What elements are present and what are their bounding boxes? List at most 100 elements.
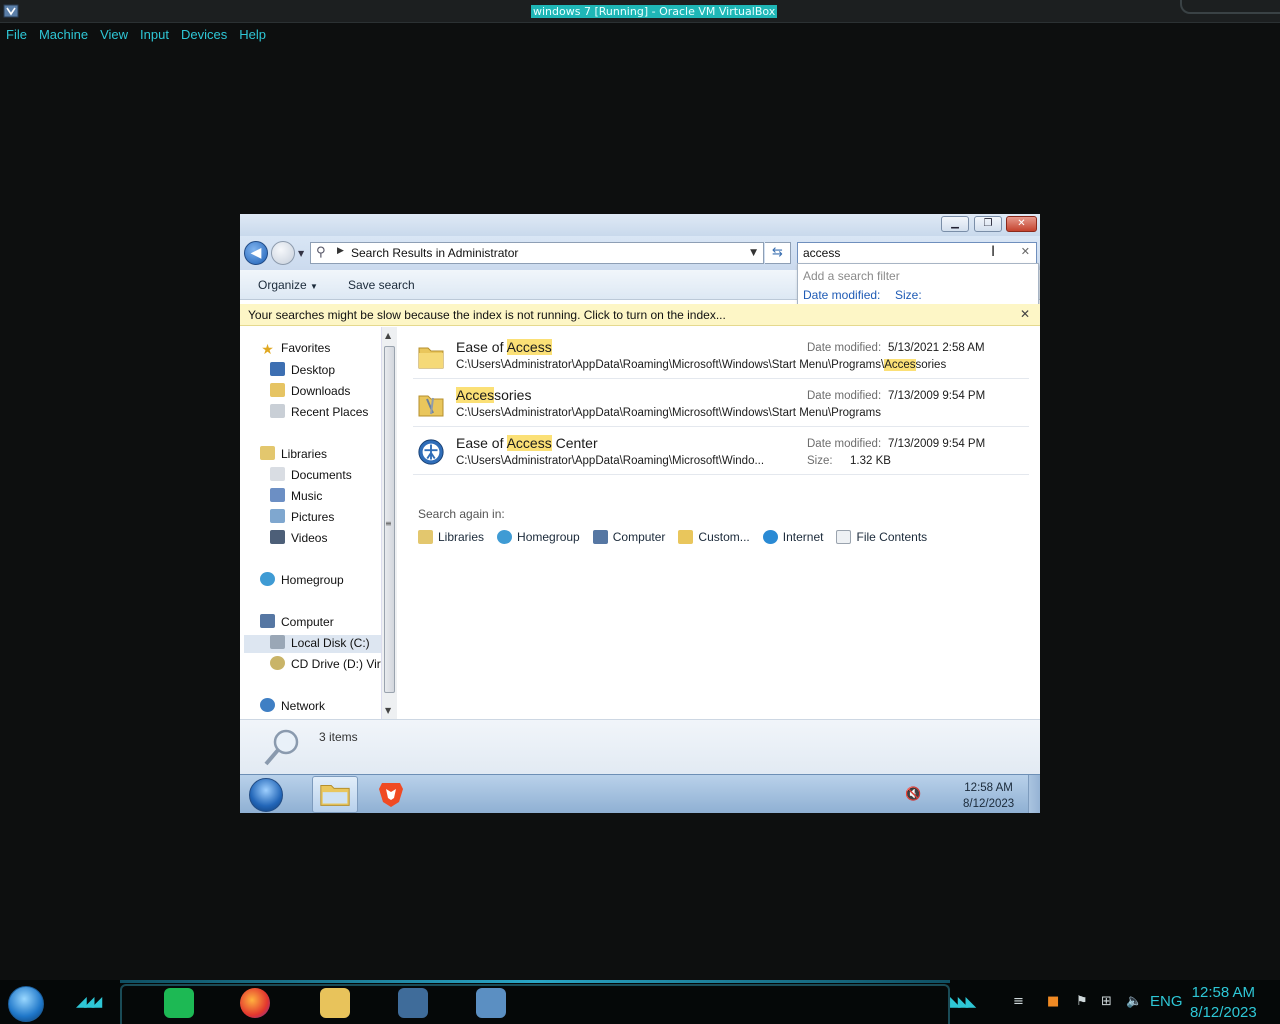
- search-again-libraries[interactable]: Libraries: [418, 530, 484, 544]
- nav-libraries[interactable]: Libraries: [260, 446, 327, 464]
- tray-overflow-icon[interactable]: ≡: [1013, 994, 1024, 1009]
- nav-pane-scrollbar[interactable]: ▲ ≡ ▼: [381, 327, 397, 719]
- vm-clock[interactable]: 12:58 AM 8/12/2023: [963, 780, 1014, 812]
- file-contents-icon: [836, 530, 852, 544]
- search-again-homegroup[interactable]: Homegroup: [497, 530, 580, 544]
- search-input[interactable]: [803, 245, 1003, 261]
- computer-icon: [260, 614, 275, 628]
- save-search-button[interactable]: Save search: [348, 278, 415, 292]
- back-button[interactable]: ◀: [244, 241, 268, 265]
- nav-network[interactable]: Network: [260, 698, 325, 716]
- nav-local-disk[interactable]: Local Disk (C:): [244, 635, 381, 653]
- menu-help[interactable]: Help: [239, 27, 272, 44]
- custom-folder-icon: [678, 530, 694, 544]
- nav-label: Network: [281, 699, 326, 713]
- videos-icon: [270, 530, 285, 544]
- result-item-ease-of-access-center[interactable]: Ease of Access Center C:\Users\Administr…: [413, 429, 1029, 475]
- menu-file[interactable]: File: [6, 27, 33, 44]
- vm-taskbar: 🔇 12:58 AM 8/12/2023: [240, 774, 1040, 813]
- volume-tray-icon[interactable]: 🔈: [1126, 994, 1142, 1009]
- address-text[interactable]: Search Results in Administrator: [351, 246, 518, 260]
- firefox-icon[interactable]: [240, 988, 270, 1018]
- nav-documents[interactable]: Documents: [270, 467, 352, 485]
- search-filter-hint: Add a search filter: [803, 269, 900, 283]
- explorer-title-bar[interactable]: ▁ ❐ ✕: [240, 214, 1040, 236]
- result-date-label: Date modified:: [807, 342, 882, 354]
- nav-downloads[interactable]: Downloads: [270, 383, 350, 401]
- computer-icon: [592, 530, 608, 544]
- documents-icon: [270, 467, 285, 481]
- minimize-icon: ▁: [951, 218, 959, 229]
- tray-app-icon[interactable]: ■: [1047, 994, 1059, 1009]
- music-icon: [270, 488, 285, 502]
- brave-browser-icon[interactable]: [376, 779, 406, 809]
- nav-desktop[interactable]: Desktop: [270, 362, 335, 380]
- result-name[interactable]: Accessories: [456, 387, 531, 403]
- menu-devices[interactable]: Devices: [181, 27, 233, 44]
- windows7-vm-icon[interactable]: [476, 988, 506, 1018]
- search-again-computer[interactable]: Computer: [592, 530, 665, 544]
- nav-computer[interactable]: Computer: [260, 614, 334, 632]
- flag-icon[interactable]: ⚑: [1076, 994, 1088, 1009]
- result-name[interactable]: Ease of Access: [456, 339, 552, 355]
- explorer-folder-icon: [320, 785, 350, 806]
- host-clock[interactable]: 12:58 AM 8/12/2023: [1190, 983, 1257, 1023]
- index-info-bar[interactable]: Your searches might be slow because the …: [240, 304, 1040, 326]
- nav-pictures[interactable]: Pictures: [270, 509, 334, 527]
- scroll-up-icon[interactable]: ▲: [385, 331, 391, 340]
- taskbar-chevron-right-icon: ◣◣◣: [950, 994, 976, 1010]
- nav-music[interactable]: Music: [270, 488, 322, 506]
- network-tray-icon[interactable]: ⊞: [1101, 994, 1112, 1009]
- search-again-internet[interactable]: Internet: [762, 530, 823, 544]
- spotify-notes-icon[interactable]: [164, 988, 194, 1018]
- refresh-icon: ⇆: [772, 245, 783, 260]
- taskbar-explorer-button[interactable]: [312, 776, 358, 813]
- forward-button[interactable]: [271, 241, 295, 265]
- address-bar[interactable]: ⚲ ▶ Search Results in Administrator ▼: [310, 242, 764, 264]
- chevron-down-icon: ▼: [310, 282, 318, 291]
- search-again-file-contents[interactable]: File Contents: [836, 530, 927, 544]
- clear-search-icon[interactable]: ✕: [1021, 245, 1030, 258]
- result-size-value: 1.32 KB: [850, 455, 891, 467]
- menu-machine[interactable]: Machine: [39, 27, 94, 44]
- recent-places-icon: [270, 404, 285, 418]
- show-desktop-button[interactable]: [1028, 775, 1040, 813]
- breadcrumb-chevron-icon[interactable]: ▶: [337, 246, 344, 256]
- result-name[interactable]: Ease of Access Center: [456, 435, 598, 451]
- menu-view[interactable]: View: [100, 27, 134, 44]
- minimize-button[interactable]: ▁: [941, 216, 969, 232]
- start-button[interactable]: [249, 778, 283, 812]
- file-manager-icon[interactable]: [320, 988, 350, 1018]
- close-infobar-icon[interactable]: ✕: [1020, 307, 1030, 321]
- host-start-button[interactable]: [8, 986, 44, 1022]
- organize-label: Organize: [258, 278, 307, 292]
- nav-favorites[interactable]: ★ Favorites: [260, 341, 330, 359]
- organize-button[interactable]: Organize ▼: [258, 278, 318, 292]
- result-item-ease-of-access[interactable]: Ease of Access C:\Users\Administrator\Ap…: [413, 333, 1029, 379]
- address-dropdown-icon[interactable]: ▼: [750, 248, 757, 258]
- search-again-custom[interactable]: Custom...: [678, 530, 750, 544]
- nav-videos[interactable]: Videos: [270, 530, 327, 548]
- scroll-down-icon[interactable]: ▼: [385, 706, 391, 715]
- info-bar-message[interactable]: Your searches might be slow because the …: [248, 308, 726, 322]
- volume-muted-icon[interactable]: 🔇: [905, 787, 921, 802]
- refresh-button[interactable]: ⇆: [765, 242, 791, 264]
- nav-homegroup[interactable]: Homegroup: [260, 572, 344, 590]
- language-indicator[interactable]: ENG: [1150, 993, 1183, 1010]
- search-icon: ⚲: [316, 245, 326, 260]
- virtualbox-taskbar-icon[interactable]: [398, 988, 428, 1018]
- nav-cd-drive[interactable]: CD Drive (D:) Virt: [270, 656, 381, 674]
- search-box[interactable]: I ✕: [797, 242, 1037, 264]
- menu-input[interactable]: Input: [140, 27, 175, 44]
- recent-pages-dropdown[interactable]: ▼: [298, 249, 304, 258]
- close-button[interactable]: ✕: [1006, 216, 1037, 232]
- nav-recent-places[interactable]: Recent Places: [270, 404, 368, 422]
- downloads-icon: [270, 383, 285, 397]
- filter-date-modified[interactable]: Date modified:: [803, 288, 880, 302]
- network-icon: [260, 698, 275, 712]
- close-icon: ✕: [1017, 218, 1026, 229]
- homegroup-icon: [260, 572, 275, 586]
- filter-size[interactable]: Size:: [895, 288, 922, 302]
- maximize-button[interactable]: ❐: [974, 216, 1002, 232]
- result-item-accessories[interactable]: Accessories C:\Users\Administrator\AppDa…: [413, 381, 1029, 427]
